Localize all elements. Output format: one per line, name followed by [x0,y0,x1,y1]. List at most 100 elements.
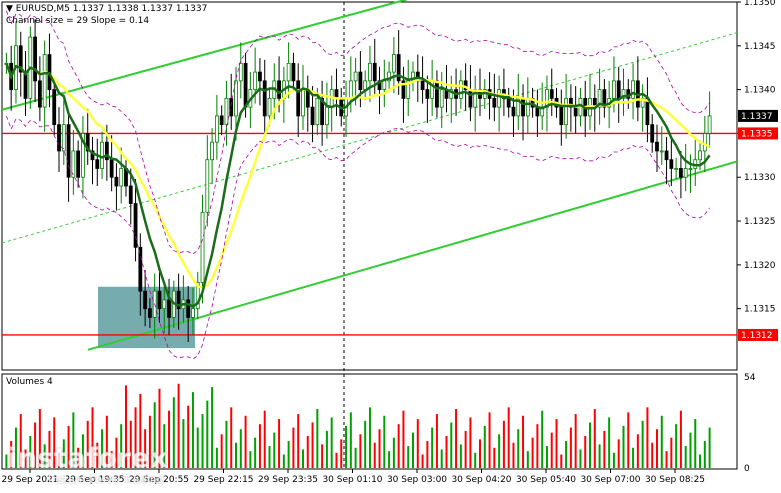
candle-body [674,168,679,170]
candle-body [33,36,37,82]
candle-body [267,97,272,117]
volume-tick-label: 0 [744,464,750,474]
candle-body [382,80,387,91]
candle-body [210,141,214,161]
candle-body [214,115,219,143]
y-tick-label: 1.1320 [744,261,776,271]
candle-body [119,168,124,187]
candle-body [243,62,248,108]
candle-body [363,80,368,91]
collapse-triangle-icon[interactable]: ▼ [6,4,13,14]
candlestick-chart: 1.1315 1.1320 1.1325 1.1330 1.1335 1.1340 1.13… [1,0,778,485]
y-tick-label: 1.1340 [744,86,776,96]
channel-info: Channel size = 29 Slope = 0.14 [6,16,150,26]
candle-body [301,89,305,117]
watermark-tagline: Instant Forex Trading [48,473,164,486]
candle-body [52,89,57,126]
candle-body [659,150,664,153]
candle-body [100,141,104,169]
candle-body [664,150,669,161]
candle-body [238,62,243,82]
symbol-header: ▼ EURUSD,M5 1.1337 1.1338 1.1337 1.1337 [6,4,207,14]
candle-body [162,299,167,310]
candle-body [435,80,439,108]
candle-body [128,185,133,204]
candle-body [669,159,674,169]
candle-body [95,159,100,169]
candle-body [114,176,119,187]
x-tick-label: 30 Sep 05:40 [516,475,576,485]
x-tick-label: 30 Sep 04:20 [451,475,511,485]
candle-body [167,299,171,318]
level-price-label: 1.1312 [741,331,773,341]
candle-body [205,159,210,213]
x-tick-label: 29 Sep 22:15 [193,475,253,485]
candle-body [420,80,425,91]
candle-body [133,203,138,248]
candle-body [229,97,234,117]
candle-body [76,150,81,178]
x-tick-label: 30 Sep 03:00 [387,475,447,485]
candle-body [353,71,358,82]
candle-body [234,80,238,117]
candle-body [650,124,655,143]
candle-body [683,168,688,178]
candle-body [286,62,291,82]
candle-body [325,106,329,126]
candle-body [458,80,463,99]
candle-body [200,211,205,283]
candle-body [291,62,296,82]
x-tick-label: 30 Sep 07:00 [580,475,640,485]
candle-body [645,97,650,126]
candle-body [631,80,635,99]
candle-body [616,80,621,99]
candle-body [358,71,363,91]
volumes-label: Volumes 4 [6,377,53,387]
channel-lower [87,160,738,351]
candle-body [525,97,530,117]
candle-body [559,106,564,126]
y-tick-label: 1.1330 [744,173,776,183]
candle-body [138,246,143,292]
candle-body [425,89,430,99]
candle-body [468,89,473,108]
candle-body [57,124,61,152]
candle-body [253,71,258,91]
candle-body [37,80,42,108]
symbol-ohlc-text: EURUSD,M5 1.1337 1.1338 1.1337 1.1337 [15,4,208,14]
chart-root: 1.1315 1.1320 1.1325 1.1330 1.1335 1.1340 1.13… [0,0,781,489]
candle-body [506,97,511,108]
x-tick-label: 30 Sep 08:25 [645,475,705,485]
candle-body [42,54,47,108]
candle-body [707,115,712,134]
candle-body [186,299,191,318]
candle-body [655,141,659,152]
candle-body [372,62,377,82]
current-price-label: 1.1337 [741,112,773,122]
candle-body [61,124,66,152]
y-tick-label: 1.1350 [744,0,776,8]
candle-body [277,80,281,99]
y-tick-label: 1.1315 [744,305,776,315]
candle-body [148,308,152,318]
candle-body [511,106,516,117]
candle-body [573,106,578,117]
candle-body [310,106,315,126]
candle-body [549,89,554,99]
watermark-logo: instaforex Instant Forex Trading [8,443,168,486]
level-price-label: 1.1335 [741,129,773,139]
candle-body [497,89,502,108]
candle-body [348,80,353,99]
band-upper [6,10,710,255]
y-tick-label: 1.1325 [744,217,776,227]
candle-body [492,97,497,108]
candle-body [219,115,224,126]
x-tick-label: 29 Sep 23:35 [258,475,318,485]
candle-body [157,290,162,310]
y-tick-label: 1.1345 [744,42,776,52]
candle-body [258,71,262,82]
volume-tick-label: 54 [744,373,756,383]
candle-body [368,62,372,82]
candle-body [296,80,301,117]
candle-body [612,80,616,99]
